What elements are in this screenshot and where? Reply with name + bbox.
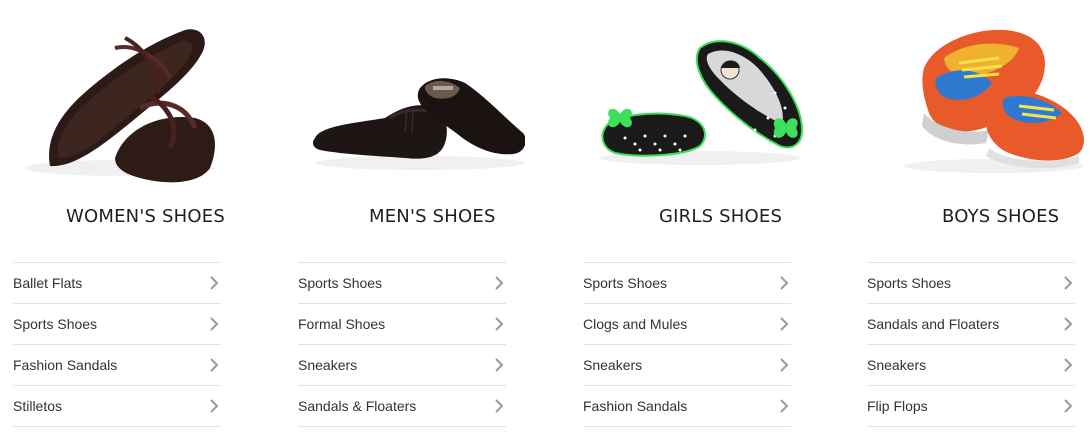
category-girls: GIRLS SHOES Sports Shoes Clogs and Mules…	[570, 0, 830, 442]
subcategory-list: Sports Shoes Clogs and Mules Sneakers Fa…	[583, 262, 791, 427]
list-item-label: Sandals & Floaters	[298, 398, 417, 414]
list-item-label: Sneakers	[583, 357, 643, 373]
list-item-label: Formal Shoes	[298, 316, 386, 332]
chevron-right-icon	[1064, 358, 1073, 372]
category-boys: BOYS SHOES Sports Shoes Sandals and Floa…	[854, 0, 1090, 442]
list-item-label: Sports Shoes	[867, 275, 952, 291]
chevron-right-icon	[210, 276, 219, 290]
list-item-label: Fashion Sandals	[583, 398, 688, 414]
list-item-label: Sandals and Floaters	[867, 316, 1000, 332]
list-item[interactable]: Sports Shoes	[13, 304, 221, 345]
list-item[interactable]: Formal Shoes	[298, 304, 506, 345]
list-item[interactable]: Sneakers	[298, 345, 506, 386]
women-sandal-image[interactable]	[20, 18, 240, 188]
chevron-right-icon	[780, 358, 789, 372]
list-item[interactable]: Sandals & Floaters	[298, 386, 506, 427]
list-item[interactable]: Sandals and Floaters	[867, 304, 1075, 345]
category-title[interactable]: WOMEN'S SHOES	[12, 206, 272, 227]
girls-shoe-illustration	[600, 40, 804, 165]
category-title[interactable]: BOYS SHOES	[854, 206, 1090, 227]
category-men: MEN'S SHOES Sports Shoes Formal Shoes Sn…	[285, 0, 545, 442]
chevron-right-icon	[210, 358, 219, 372]
chevron-right-icon	[210, 399, 219, 413]
subcategory-list: Ballet Flats Sports Shoes Fashion Sandal…	[13, 262, 221, 427]
list-item-label: Sports Shoes	[13, 316, 98, 332]
chevron-right-icon	[210, 317, 219, 331]
list-item-label: Fashion Sandals	[13, 357, 118, 373]
list-item[interactable]: Stilletos	[13, 386, 221, 427]
list-item-label: Sports Shoes	[583, 275, 668, 291]
category-title[interactable]: MEN'S SHOES	[285, 206, 545, 227]
men-shoe-illustration	[312, 78, 525, 170]
men-formal-shoe-image[interactable]	[305, 18, 525, 188]
list-item-label: Clogs and Mules	[583, 316, 688, 332]
girls-ballet-flat-image[interactable]	[590, 18, 810, 188]
list-item-label: Stilletos	[13, 398, 63, 414]
list-item[interactable]: Sports Shoes	[583, 263, 791, 304]
list-item[interactable]: Ballet Flats	[13, 263, 221, 304]
list-item-label: Ballet Flats	[13, 275, 83, 291]
chevron-right-icon	[495, 276, 504, 290]
chevron-right-icon	[1064, 276, 1073, 290]
list-item-label: Sports Shoes	[298, 275, 383, 291]
chevron-right-icon	[780, 399, 789, 413]
list-item[interactable]: Clogs and Mules	[583, 304, 791, 345]
boys-sneaker-image[interactable]	[874, 18, 1090, 188]
subcategory-list: Sports Shoes Formal Shoes Sneakers Sanda…	[298, 262, 506, 427]
chevron-right-icon	[780, 317, 789, 331]
chevron-right-icon	[1064, 399, 1073, 413]
category-women: WOMEN'S SHOES Ballet Flats Sports Shoes …	[0, 0, 260, 442]
chevron-right-icon	[495, 358, 504, 372]
list-item[interactable]: Sports Shoes	[867, 263, 1075, 304]
chevron-right-icon	[495, 399, 504, 413]
chevron-right-icon	[495, 317, 504, 331]
list-item[interactable]: Flip Flops	[867, 386, 1075, 427]
women-sandal-illustration	[25, 29, 215, 183]
list-item[interactable]: Fashion Sandals	[13, 345, 221, 386]
list-item[interactable]: Sneakers	[867, 345, 1075, 386]
list-item-label: Flip Flops	[867, 398, 928, 414]
chevron-right-icon	[780, 276, 789, 290]
subcategory-list: Sports Shoes Sandals and Floaters Sneake…	[867, 262, 1075, 427]
list-item[interactable]: Sneakers	[583, 345, 791, 386]
boys-shoe-illustration	[904, 29, 1084, 173]
list-item-label: Sneakers	[298, 357, 358, 373]
chevron-right-icon	[1064, 317, 1073, 331]
list-item[interactable]: Fashion Sandals	[583, 386, 791, 427]
category-title[interactable]: GIRLS SHOES	[570, 206, 830, 227]
list-item[interactable]: Sports Shoes	[298, 263, 506, 304]
list-item-label: Sneakers	[867, 357, 927, 373]
